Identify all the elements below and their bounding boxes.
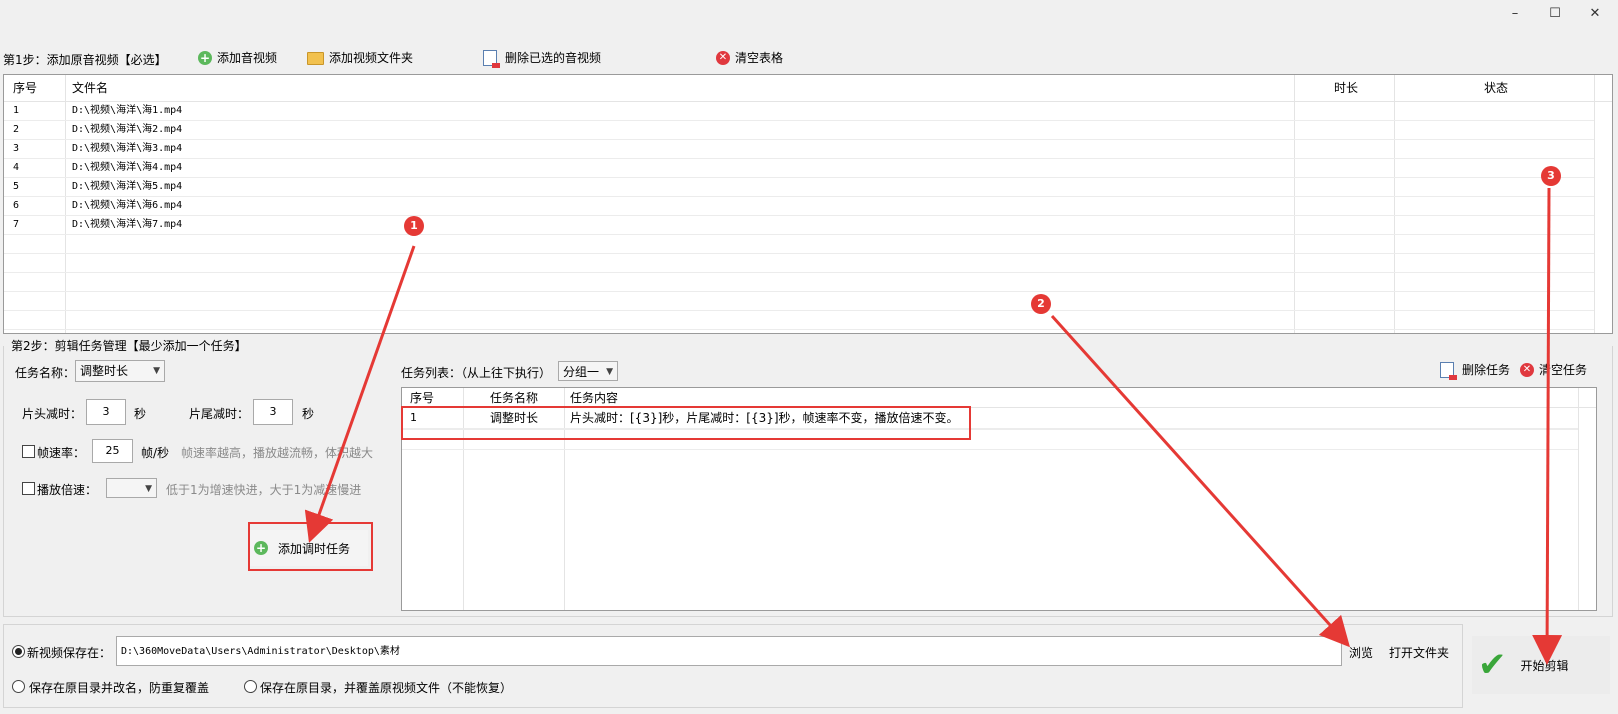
arrow-3 xyxy=(1532,187,1563,665)
arrow-1 xyxy=(304,245,416,543)
annotation-badge-1: 1 xyxy=(404,216,424,236)
annotation-badge-3: 3 xyxy=(1541,166,1561,186)
annotation-badge-2: 2 xyxy=(1031,294,1051,314)
arrow-2 xyxy=(1050,314,1351,648)
annotation-arrows xyxy=(304,187,1563,665)
